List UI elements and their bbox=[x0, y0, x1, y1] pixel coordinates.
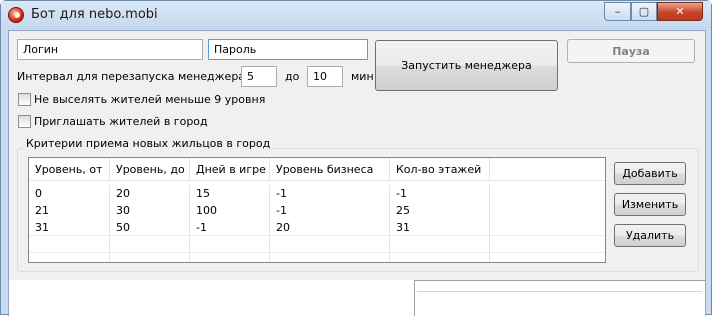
table-cell: -1 bbox=[270, 185, 390, 202]
invite-checkbox[interactable] bbox=[18, 115, 31, 128]
interval-unit-label: мин bbox=[351, 70, 374, 83]
table-header: Уровень, от Уровень, до Дней в игре Уров… bbox=[29, 158, 605, 181]
log-panel bbox=[9, 280, 705, 316]
table-row[interactable] bbox=[29, 236, 605, 253]
table-row[interactable]: 31 50 -1 20 31 bbox=[29, 219, 605, 236]
table-cell: 31 bbox=[390, 219, 490, 236]
title-bar[interactable]: Бот для nebo.mobi – ▢ ✕ bbox=[1, 1, 711, 29]
column-header[interactable]: Уровень, до bbox=[110, 158, 190, 180]
maximize-button[interactable]: ▢ bbox=[631, 2, 657, 21]
interval-from-input[interactable]: 5 bbox=[241, 66, 277, 87]
delete-button[interactable]: Удалить bbox=[614, 224, 686, 247]
row-divider bbox=[29, 252, 605, 253]
password-input[interactable]: Пароль bbox=[208, 39, 368, 60]
invite-label[interactable]: Приглашать жителей в город bbox=[34, 115, 208, 128]
table-cell: -1 bbox=[190, 219, 270, 236]
table-cell: -1 bbox=[270, 202, 390, 219]
login-input[interactable]: Логин bbox=[17, 39, 203, 60]
column-header[interactable]: Дней в игре bbox=[190, 158, 270, 180]
table-cell: -1 bbox=[390, 185, 490, 202]
pause-button[interactable]: Пауза bbox=[567, 39, 695, 63]
table-cell: 31 bbox=[29, 219, 110, 236]
client-area: Логин Пароль Запустить менеджера Пауза И… bbox=[8, 30, 706, 316]
table-cell: 0 bbox=[29, 185, 110, 202]
interval-to-label: до bbox=[285, 70, 300, 83]
no-evict-checkbox[interactable] bbox=[18, 93, 31, 106]
criteria-table[interactable]: Уровень, от Уровень, до Дней в игре Уров… bbox=[28, 157, 606, 263]
close-button[interactable]: ✕ bbox=[657, 2, 703, 21]
window-title: Бот для nebo.mobi bbox=[31, 7, 158, 22]
table-cell: 21 bbox=[29, 202, 110, 219]
add-button[interactable]: Добавить bbox=[614, 162, 686, 185]
minimize-button[interactable]: – bbox=[604, 2, 631, 21]
start-manager-button[interactable]: Запустить менеджера bbox=[375, 40, 558, 91]
table-cell: 100 bbox=[190, 202, 270, 219]
table-cell: 20 bbox=[110, 185, 190, 202]
criteria-title: Критерии приема новых жильцов в город bbox=[23, 137, 274, 150]
table-cell: 30 bbox=[110, 202, 190, 219]
table-row[interactable]: 0 20 15 -1 -1 bbox=[29, 185, 605, 202]
table-cell: 25 bbox=[390, 202, 490, 219]
column-header[interactable]: Уровень бизнеса bbox=[270, 158, 390, 180]
app-window: Бот для nebo.mobi – ▢ ✕ Логин Пароль Зап… bbox=[0, 0, 712, 316]
row-divider bbox=[29, 235, 605, 236]
table-row[interactable] bbox=[29, 253, 605, 262]
edit-button[interactable]: Изменить bbox=[614, 193, 686, 216]
column-header[interactable]: Кол-во этажей bbox=[390, 158, 490, 180]
interval-label: Интервал для перезапуска менеджера: от bbox=[17, 70, 266, 83]
log-box[interactable] bbox=[414, 280, 705, 316]
table-row[interactable]: 21 30 100 -1 25 bbox=[29, 202, 605, 219]
table-cell: 15 bbox=[190, 185, 270, 202]
column-header[interactable]: Уровень, от bbox=[29, 158, 110, 180]
app-logo-icon bbox=[8, 7, 24, 23]
table-cell: 20 bbox=[270, 219, 390, 236]
no-evict-label[interactable]: Не выселять жителей меньше 9 уровня bbox=[34, 93, 265, 106]
interval-to-input[interactable]: 10 bbox=[307, 66, 343, 87]
table-cell: 50 bbox=[110, 219, 190, 236]
